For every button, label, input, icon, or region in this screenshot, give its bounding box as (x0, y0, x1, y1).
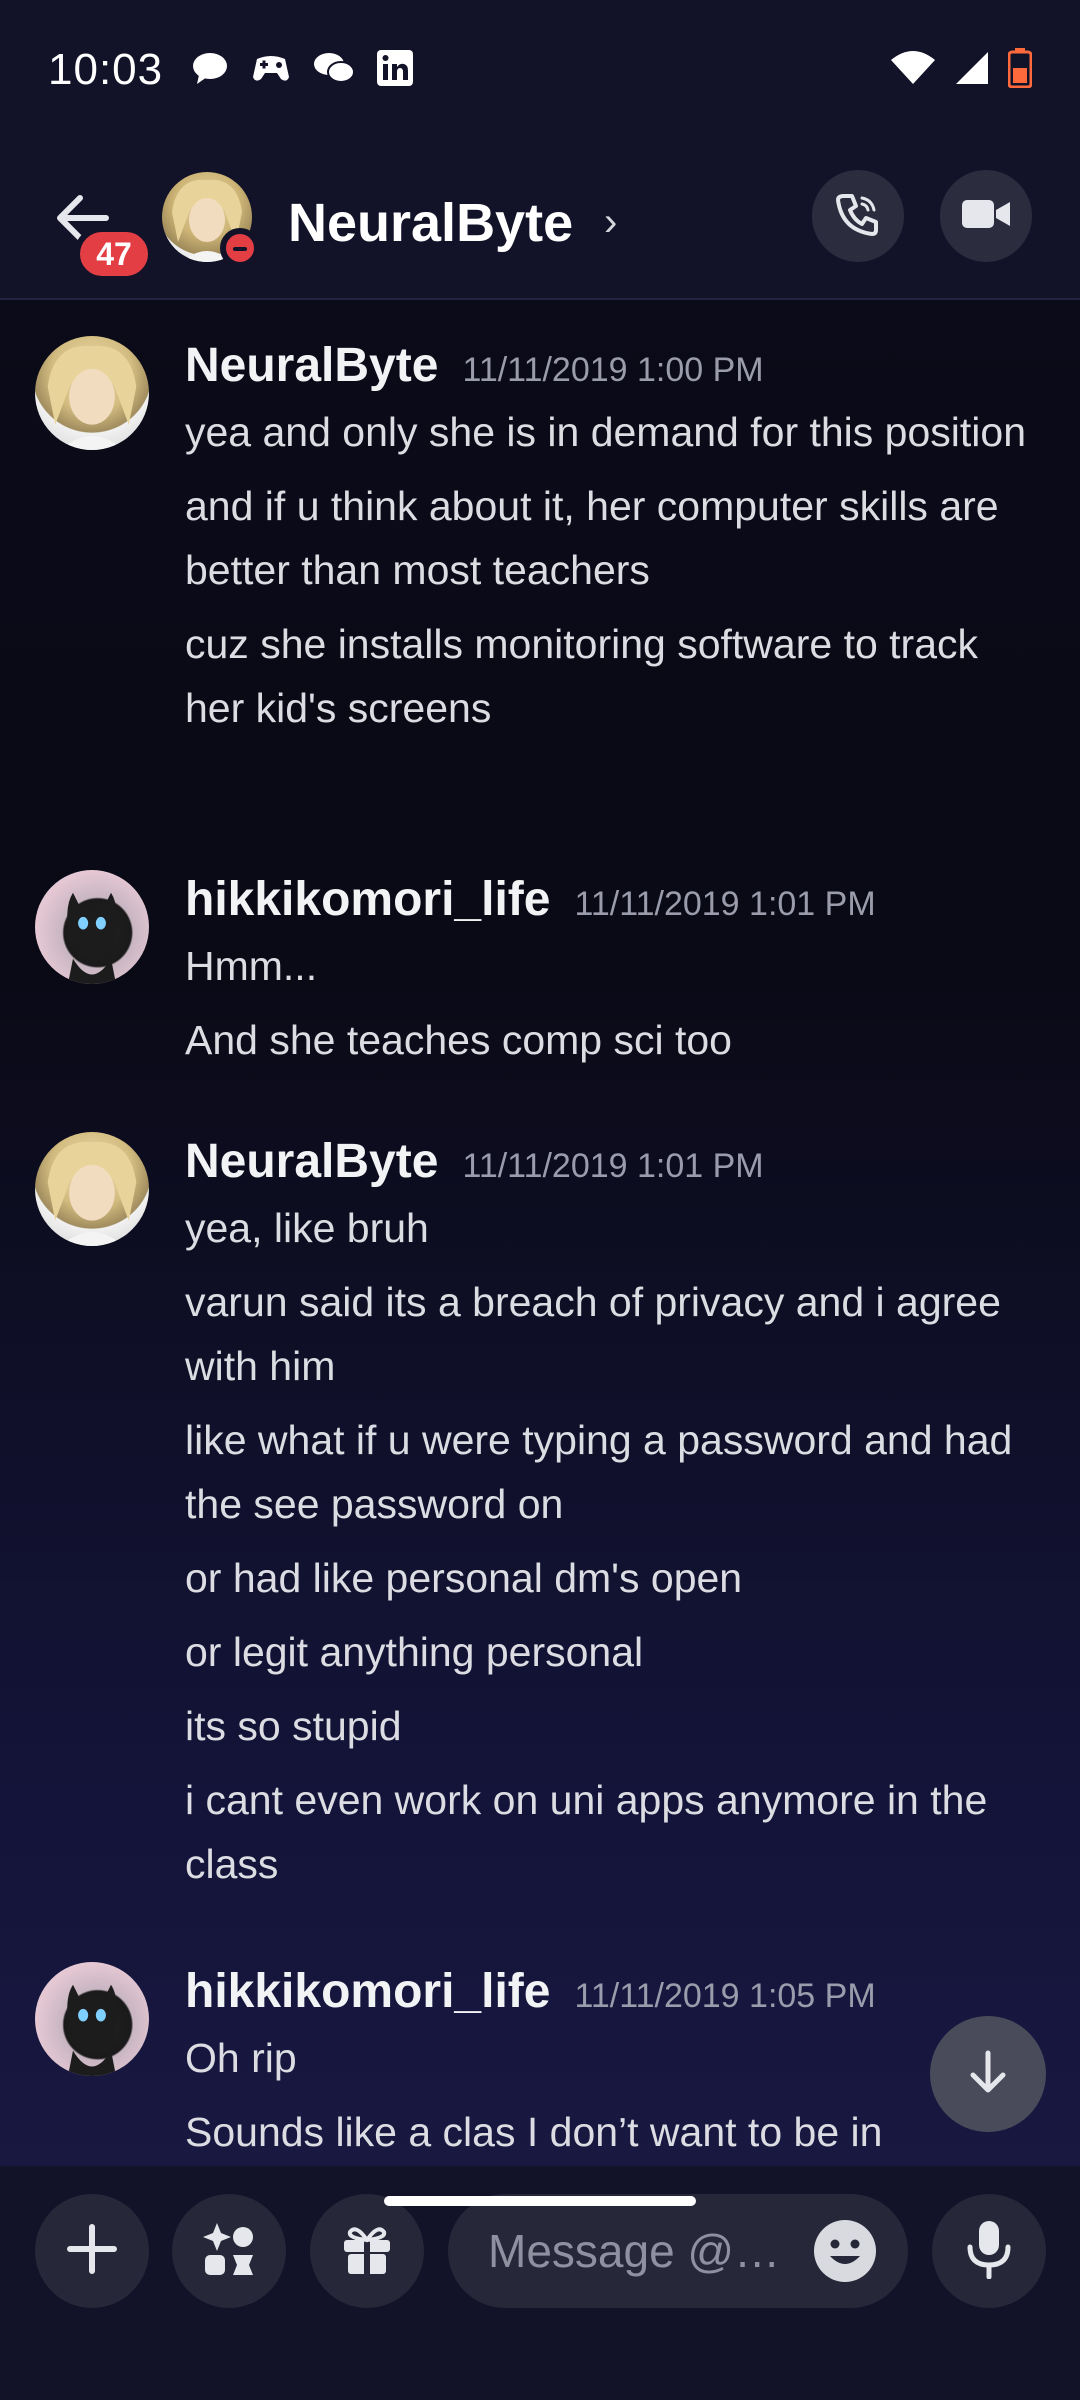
avatar[interactable] (35, 870, 149, 984)
message-text[interactable]: Hmm... (185, 934, 1040, 998)
message-timestamp: 11/11/2019 1:05 PM (574, 1977, 876, 2015)
message-timestamp: 11/11/2019 1:00 PM (462, 351, 764, 389)
message-text[interactable]: yea and only she is in demand for this p… (185, 400, 1040, 464)
video-call-button[interactable] (940, 170, 1032, 262)
message-input-wrapper (448, 2194, 908, 2308)
message-text[interactable]: cuz she installs monitoring software to … (185, 612, 1040, 740)
message-text[interactable]: i cant even work on uni apps anymore in … (185, 1768, 1040, 1896)
gift-icon (338, 2220, 396, 2283)
unread-badge: 47 (74, 226, 154, 282)
message-username[interactable]: hikkikomori_life (185, 872, 550, 927)
chat-header: 47 NeuralByte › (0, 140, 1080, 300)
message-input[interactable] (488, 2224, 788, 2278)
microphone-icon (964, 2219, 1014, 2284)
home-indicator[interactable] (384, 2196, 696, 2206)
status-right-icons (890, 47, 1033, 93)
message-text[interactable]: varun said its a breach of privacy and i… (185, 1270, 1040, 1398)
voice-message-button[interactable] (932, 2194, 1046, 2308)
chat-bubble-icon (191, 51, 229, 90)
message-group: NeuralByte 11/11/2019 1:01 PM yea, like … (0, 1096, 1080, 1926)
avatar[interactable] (35, 1132, 149, 1246)
message-username[interactable]: hikkikomori_life (185, 1964, 550, 2019)
emoji-icon[interactable] (812, 2218, 878, 2284)
message-text[interactable]: Oh rip (185, 2026, 1040, 2090)
message-text[interactable]: and if u think about it, her computer sk… (185, 474, 1040, 602)
message-text[interactable]: yea, like bruh (185, 1196, 1040, 1260)
game-controller-icon (251, 51, 291, 90)
message-group: hikkikomori_life 11/11/2019 1:05 PM Oh r… (0, 1926, 1080, 2166)
message-group: NeuralByte 11/11/2019 1:00 PM yea and on… (0, 300, 1080, 834)
message-username[interactable]: NeuralByte (185, 338, 438, 393)
jump-to-bottom-button[interactable] (930, 2016, 1046, 2132)
voice-call-button[interactable] (812, 170, 904, 262)
avatar[interactable] (35, 336, 149, 450)
signal-icon (954, 50, 990, 91)
video-camera-icon (960, 194, 1012, 239)
status-time: 10:03 (48, 45, 164, 94)
battery-icon (1007, 47, 1033, 93)
apps-icon (199, 2219, 259, 2284)
wifi-icon (890, 50, 936, 91)
chevron-right-icon[interactable]: › (604, 200, 617, 245)
message-group: hikkikomori_life 11/11/2019 1:01 PM Hmm.… (0, 834, 1080, 1096)
message-text[interactable]: like what if u were typing a password an… (185, 1408, 1040, 1536)
message-text[interactable]: or had like personal dm's open (185, 1546, 1040, 1610)
linkedin-icon (377, 49, 417, 91)
gift-button[interactable] (310, 2194, 424, 2308)
message-timestamp: 11/11/2019 1:01 PM (574, 885, 876, 923)
phone-icon (834, 190, 882, 243)
chat-title[interactable]: NeuralByte (288, 192, 573, 254)
message-timestamp: 11/11/2019 1:01 PM (462, 1147, 764, 1185)
message-text[interactable]: its so stupid (185, 1694, 1040, 1758)
status-bar: 10:03 (0, 0, 1080, 140)
status-app-icons (191, 49, 417, 91)
message-text[interactable]: Sounds like a clas I don’t want to be in (185, 2100, 1040, 2164)
apps-button[interactable] (172, 2194, 286, 2308)
plus-icon (64, 2221, 120, 2282)
dnd-status-icon (220, 228, 260, 268)
wechat-icon (313, 51, 356, 90)
message-username[interactable]: NeuralByte (185, 1134, 438, 1189)
avatar[interactable] (35, 1962, 149, 2076)
message-text[interactable]: or legit anything personal (185, 1620, 1040, 1684)
message-text[interactable]: And she teaches comp sci too (185, 1008, 1040, 1072)
message-list[interactable]: NeuralByte 11/11/2019 1:00 PM yea and on… (0, 300, 1080, 2166)
add-attachment-button[interactable] (35, 2194, 149, 2308)
arrow-down-icon (963, 2047, 1013, 2102)
